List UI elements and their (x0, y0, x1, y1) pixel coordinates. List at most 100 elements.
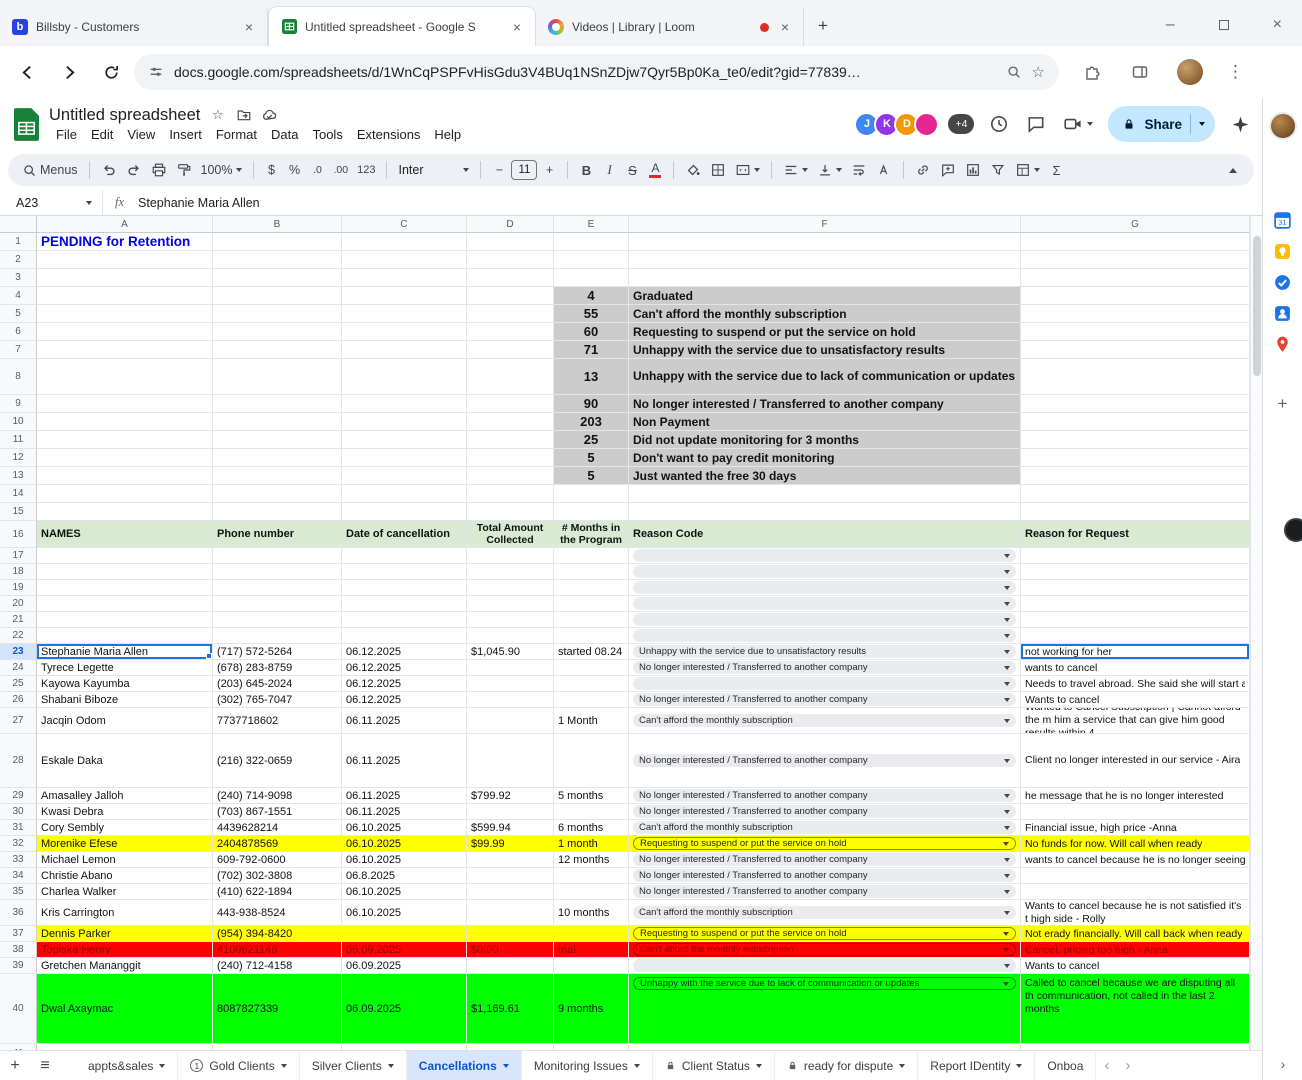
cell-A12[interactable] (37, 449, 213, 467)
redo-button[interactable] (122, 158, 146, 182)
cell-G32[interactable]: No funds for now. Will call when ready (1021, 836, 1250, 852)
row-header-33[interactable]: 33 (0, 852, 37, 868)
sheet-tab-appts-sales[interactable]: appts&sales (76, 1051, 178, 1080)
cell-C28[interactable]: 06.11.2025 (342, 734, 467, 788)
cell-B31[interactable]: 4439628214 (213, 820, 342, 836)
cell-A11[interactable] (37, 431, 213, 449)
cell-D24[interactable] (467, 660, 554, 676)
cell-G23[interactable]: not working for her (1021, 644, 1250, 660)
cell-C33[interactable]: 06.10.2025 (342, 852, 467, 868)
cell-A19[interactable] (37, 580, 213, 596)
reason-code-dropdown[interactable]: Can't afford the monthly subscription (633, 714, 1016, 727)
cell-C29[interactable]: 06.11.2025 (342, 788, 467, 804)
font-size-input[interactable]: 11 (511, 160, 537, 180)
cell-F14[interactable] (629, 485, 1021, 503)
cell-G25[interactable]: Needs to travel abroad. She said she wil… (1021, 676, 1250, 692)
row-header-14[interactable]: 14 (0, 485, 37, 503)
row-header-19[interactable]: 19 (0, 580, 37, 596)
row-header-22[interactable]: 22 (0, 628, 37, 644)
cell-G27[interactable]: Wanted to Cancel Subscription | Cannot a… (1021, 708, 1250, 734)
close-tab-icon[interactable]: × (509, 19, 525, 35)
row-header-23[interactable]: 23 (0, 644, 37, 660)
cell-G39[interactable]: Wants to cancel (1021, 958, 1250, 974)
cell-A4[interactable] (37, 287, 213, 305)
row-header-11[interactable]: 11 (0, 431, 37, 449)
cell-C20[interactable] (342, 596, 467, 612)
cell-G4[interactable] (1021, 287, 1250, 305)
menu-format[interactable]: Format (209, 126, 264, 143)
cell-D29[interactable]: $799.92 (467, 788, 554, 804)
cell-G7[interactable] (1021, 341, 1250, 359)
cell-F13[interactable]: Just wanted the free 30 days (629, 467, 1021, 485)
cell-F26[interactable]: No longer interested / Transferred to an… (629, 692, 1021, 708)
cell-E14[interactable] (554, 485, 629, 503)
cell-C9[interactable] (342, 395, 467, 413)
close-tab-icon[interactable]: × (241, 19, 257, 35)
cell-D13[interactable] (467, 467, 554, 485)
reason-code-dropdown[interactable]: No longer interested / Transferred to an… (633, 869, 1016, 882)
row-header-40[interactable]: 40 (0, 974, 37, 1044)
cell-D7[interactable] (467, 341, 554, 359)
column-header-B[interactable]: B (213, 216, 342, 233)
cell-B14[interactable] (213, 485, 342, 503)
url-bar[interactable]: docs.google.com/spreadsheets/d/1WnCqPSPF… (134, 54, 1059, 90)
cell-A23[interactable]: Stephanie Maria Allen (37, 644, 213, 660)
cell-A22[interactable] (37, 628, 213, 644)
cell-C30[interactable]: 06.11.2025 (342, 804, 467, 820)
cell-D21[interactable] (467, 612, 554, 628)
cell-E5[interactable]: 55 (554, 305, 629, 323)
browser-menu-kebab-icon[interactable]: ⋮ (1227, 62, 1244, 82)
row-header-17[interactable]: 17 (0, 548, 37, 564)
row-header-29[interactable]: 29 (0, 788, 37, 804)
forward-button[interactable] (58, 61, 80, 83)
cell-G14[interactable] (1021, 485, 1250, 503)
cell-C25[interactable]: 06.12.2025 (342, 676, 467, 692)
row-header-38[interactable]: 38 (0, 942, 37, 958)
cell-G26[interactable]: Wants to cancel (1021, 692, 1250, 708)
format-currency-button[interactable]: $ (261, 158, 283, 182)
increase-font-size-button[interactable]: + (538, 158, 560, 182)
all-sheets-button[interactable]: ≡ (30, 1051, 60, 1080)
italic-button[interactable]: I (598, 158, 620, 182)
cell-E24[interactable] (554, 660, 629, 676)
cell-E18[interactable] (554, 564, 629, 580)
document-title[interactable]: Untitled spreadsheet (49, 106, 200, 125)
row-header-32[interactable]: 32 (0, 836, 37, 852)
cell-B34[interactable]: (702) 302-3808 (213, 868, 342, 884)
borders-button[interactable] (706, 158, 730, 182)
cell-C35[interactable]: 06.10.2025 (342, 884, 467, 900)
row-header-35[interactable]: 35 (0, 884, 37, 900)
cell-F39[interactable] (629, 958, 1021, 974)
reason-code-dropdown[interactable]: No longer interested / Transferred to an… (633, 754, 1016, 767)
formula-input[interactable]: Stephanie Maria Allen (138, 196, 260, 210)
cell-C21[interactable] (342, 612, 467, 628)
row-header-4[interactable]: 4 (0, 287, 37, 305)
cell-G33[interactable]: wants to cancel because he is no longer … (1021, 852, 1250, 868)
cell-D14[interactable] (467, 485, 554, 503)
cell-B16[interactable]: Phone number (213, 521, 342, 548)
back-button[interactable] (16, 61, 38, 83)
cell-C12[interactable] (342, 449, 467, 467)
cell-B37[interactable]: (954) 394-8420 (213, 926, 342, 942)
row-header-31[interactable]: 31 (0, 820, 37, 836)
cell-E2[interactable] (554, 251, 629, 269)
cell-F2[interactable] (629, 251, 1021, 269)
cell-A35[interactable]: Charlea Walker (37, 884, 213, 900)
cell-D17[interactable] (467, 548, 554, 564)
menu-help[interactable]: Help (427, 126, 468, 143)
font-select[interactable]: Inter (394, 158, 473, 182)
close-tab-icon[interactable]: × (777, 19, 793, 35)
cell-B12[interactable] (213, 449, 342, 467)
cell-G16[interactable]: Reason for Request (1021, 521, 1250, 548)
cell-A18[interactable] (37, 564, 213, 580)
cell-D40[interactable]: $1,169.61 (467, 974, 554, 1044)
close-window-button[interactable]: × (1273, 16, 1282, 34)
cell-C13[interactable] (342, 467, 467, 485)
cell-C17[interactable] (342, 548, 467, 564)
cell-F36[interactable]: Can't afford the monthly subscription (629, 900, 1021, 926)
column-header-E[interactable]: E (554, 216, 629, 233)
menu-edit[interactable]: Edit (84, 126, 120, 143)
cell-F4[interactable]: Graduated (629, 287, 1021, 305)
cell-E10[interactable]: 203 (554, 413, 629, 431)
scroll-tabs-right-icon[interactable]: › (1117, 1057, 1138, 1074)
